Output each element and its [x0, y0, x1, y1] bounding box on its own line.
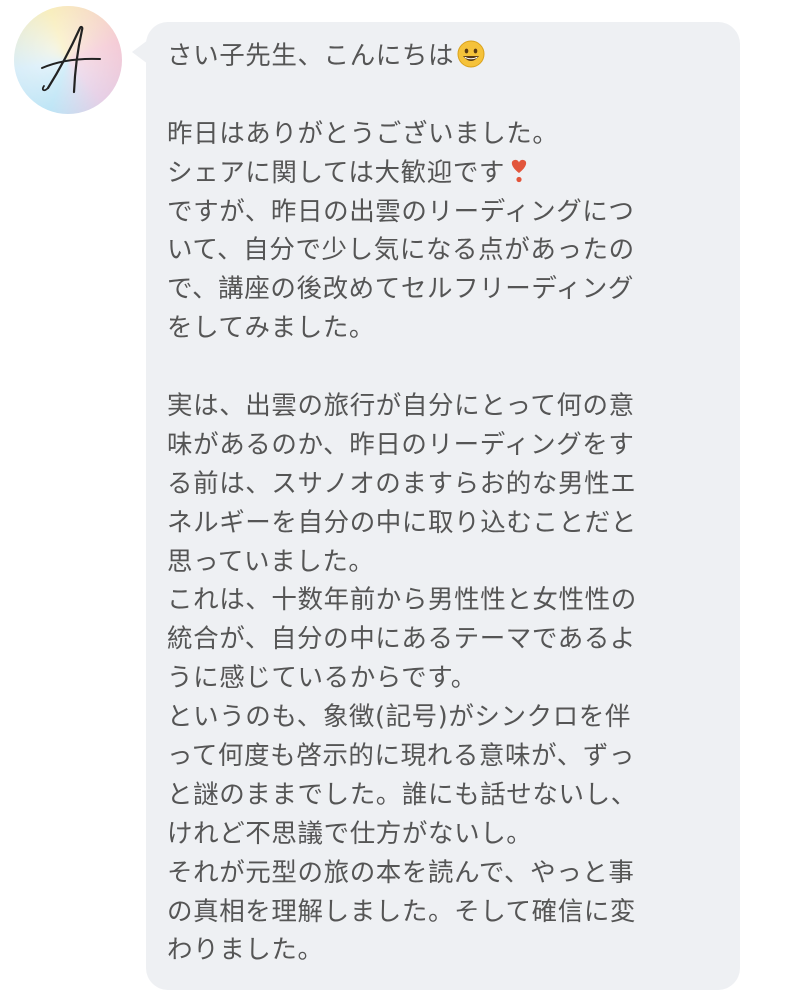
- signature-a-logo-icon: [41, 25, 101, 94]
- message-line: けれど不思議で仕方がないし。: [167, 818, 533, 849]
- message-line: ですが、昨日の出雲のリーディングにつ: [167, 196, 635, 227]
- message-line: それが元型の旅の本を読んで、やっと事: [167, 857, 635, 888]
- message-line: って何度も啓示的に現れる意味が、ずっ: [167, 741, 636, 772]
- message-line-blank: [167, 76, 720, 115]
- heart-exclamation-emoji-icon: [507, 156, 531, 198]
- message-line: と謎のままでした。誰にも話せないし、: [167, 779, 637, 810]
- message-line-blank: [167, 348, 720, 387]
- message-line: で、講座の後改めてセルフリーディング: [167, 274, 634, 305]
- message-line-text: さい子先生、こんにちは: [167, 41, 455, 71]
- message-line: 味があるのか、昨日のリーディングをす: [167, 429, 635, 460]
- message-line: る前は、スサノオのますらお的な男性エ: [167, 468, 637, 499]
- grinning-face-emoji-icon: [456, 39, 486, 81]
- message-line: というのも、象徴(記号)がシンクロを伴: [167, 702, 632, 733]
- message-line: 統合が、自分の中にあるテーマであるよ: [167, 624, 637, 655]
- message-line: 実は、出雲の旅行が自分にとって何の意: [167, 391, 635, 422]
- message-line: いて、自分で少し気になる点があったの: [167, 235, 635, 266]
- message-line: シェアに関しては大歓迎です: [167, 154, 720, 193]
- message-line: 思っていました。: [167, 546, 375, 577]
- message-line: これは、十数年前から男性性と女性性の: [167, 585, 637, 616]
- message-line: ネルギーを自分の中に取り込むことだと: [167, 507, 637, 538]
- message-line: をしてみました。: [167, 313, 376, 344]
- message-line: さい子先生、こんにちは: [167, 37, 720, 76]
- message-line: わりました。: [167, 935, 324, 966]
- message-bubble[interactable]: さい子先生、こんにちは 昨日はありがとうございました。 シェアに関しては大歓迎で…: [146, 22, 740, 990]
- message-line: 昨日はありがとうございました。: [167, 118, 559, 149]
- avatar[interactable]: [14, 6, 122, 114]
- message-line-text: シェアに関しては大歓迎です: [167, 157, 506, 188]
- chat-screen: さい子先生、こんにちは 昨日はありがとうございました。 シェアに関しては大歓迎で…: [0, 0, 793, 992]
- message-line: うに感じているからです。: [167, 663, 477, 694]
- message-line: の真相を理解しました。そして確信に変: [167, 896, 637, 927]
